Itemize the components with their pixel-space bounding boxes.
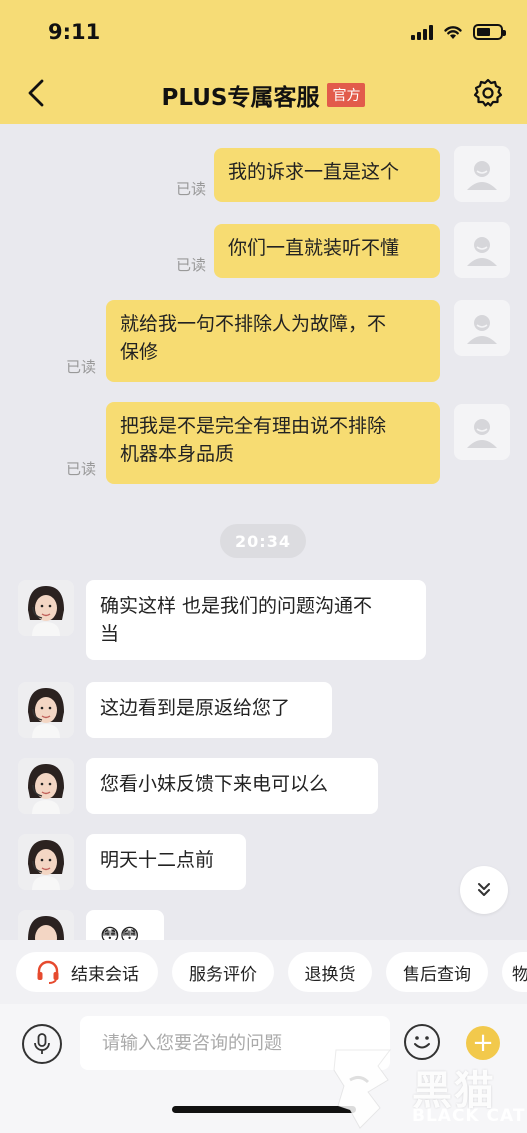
- agent-avatar[interactable]: [18, 580, 74, 636]
- voice-button[interactable]: [22, 1024, 62, 1064]
- message-line: 明天十二点前: [100, 849, 215, 871]
- read-status: 已读: [66, 358, 97, 376]
- user-avatar[interactable]: [454, 146, 510, 202]
- read-status: 已读: [66, 460, 97, 478]
- message-line: 你们一直就装听不懂: [228, 237, 400, 259]
- end-session-chip[interactable]: 结束会话: [16, 952, 158, 992]
- message-line: 机器本身品质: [120, 443, 235, 465]
- agent-portrait-icon: [18, 758, 74, 814]
- quick-action-bar: 结束会话 服务评价 退换货 售后查询 物: [0, 940, 527, 1004]
- message-line: 这边看到是原返给您了: [100, 697, 291, 719]
- home-indicator: [172, 1106, 356, 1113]
- message-line: 确实这样 也是我们的问题沟通不: [100, 595, 373, 617]
- chip-label: 售后查询: [403, 964, 471, 985]
- double-chevron-down-icon: [478, 883, 490, 896]
- logistics-chip[interactable]: 物: [502, 952, 527, 992]
- gear-icon[interactable]: [473, 78, 503, 108]
- message-line: 😳😳: [100, 925, 140, 940]
- user-avatar[interactable]: [454, 222, 510, 278]
- read-status: 已读: [176, 256, 207, 274]
- title-wrap: PLUS专属客服 官方: [0, 78, 527, 112]
- user-avatar[interactable]: [454, 300, 510, 356]
- outgoing-message: 你们一直就装听不懂: [214, 224, 440, 278]
- official-badge: 官方: [327, 83, 366, 107]
- time-divider: 20:34: [220, 524, 306, 558]
- agent-avatar[interactable]: [18, 910, 74, 940]
- incoming-message: 这边看到是原返给您了: [86, 682, 332, 738]
- outgoing-message: 我的诉求一直是这个: [214, 148, 440, 202]
- status-icons: [411, 24, 506, 40]
- read-status: 已读: [176, 180, 207, 198]
- chip-label: 服务评价: [189, 964, 257, 985]
- signal-icon: [411, 24, 433, 40]
- after-sales-query-chip[interactable]: 售后查询: [386, 952, 488, 992]
- incoming-message: 您看小妹反馈下来电可以么: [86, 758, 378, 814]
- user-avatar[interactable]: [454, 404, 510, 460]
- agent-avatar[interactable]: [18, 834, 74, 890]
- agent-portrait-icon: [18, 910, 74, 940]
- outgoing-message: 就给我一句不排除人为故障，不 保修: [106, 300, 440, 382]
- agent-avatar[interactable]: [18, 682, 74, 738]
- message-line: 我的诉求一直是这个: [228, 161, 400, 183]
- chip-label: 结束会话: [71, 964, 139, 985]
- default-avatar-icon: [467, 419, 497, 448]
- agent-avatar[interactable]: [18, 758, 74, 814]
- default-avatar-icon: [467, 315, 497, 344]
- return-exchange-chip[interactable]: 退换货: [288, 952, 372, 992]
- microphone-icon: [34, 1033, 50, 1054]
- agent-portrait-icon: [18, 834, 74, 890]
- battery-icon: [473, 24, 506, 40]
- incoming-message: 😳😳: [86, 910, 164, 940]
- headset-icon: [37, 960, 59, 984]
- rate-service-chip[interactable]: 服务评价: [172, 952, 274, 992]
- chip-label: 物: [512, 964, 527, 985]
- header: 9:11 PLUS专属客服 官方: [0, 0, 527, 124]
- outgoing-message: 把我是不是完全有理由说不排除 机器本身品质: [106, 402, 440, 484]
- scroll-to-bottom-button[interactable]: [460, 866, 508, 914]
- incoming-message: 确实这样 也是我们的问题沟通不 当: [86, 580, 426, 660]
- message-line: 保修: [120, 341, 159, 363]
- agent-portrait-icon: [18, 580, 74, 636]
- status-time: 9:11: [48, 20, 101, 44]
- message-line: 您看小妹反馈下来电可以么: [100, 773, 329, 795]
- watermark-subtext: BLACK CAT: [412, 1106, 526, 1126]
- message-line: 当: [100, 623, 120, 645]
- incoming-message: 明天十二点前: [86, 834, 246, 890]
- chip-label: 退换货: [304, 964, 356, 985]
- default-avatar-icon: [467, 237, 497, 266]
- default-avatar-icon: [467, 161, 497, 190]
- wifi-icon: [444, 26, 462, 39]
- message-line: 就给我一句不排除人为故障，不: [120, 313, 387, 335]
- page-title: PLUS专属客服: [161, 85, 320, 111]
- agent-portrait-icon: [18, 682, 74, 738]
- chat-area[interactable]: 已读 我的诉求一直是这个 已读 你们一直就装听不懂 已读 就给我一句不排除人为故…: [0, 124, 527, 940]
- message-line: 把我是不是完全有理由说不排除: [120, 415, 387, 437]
